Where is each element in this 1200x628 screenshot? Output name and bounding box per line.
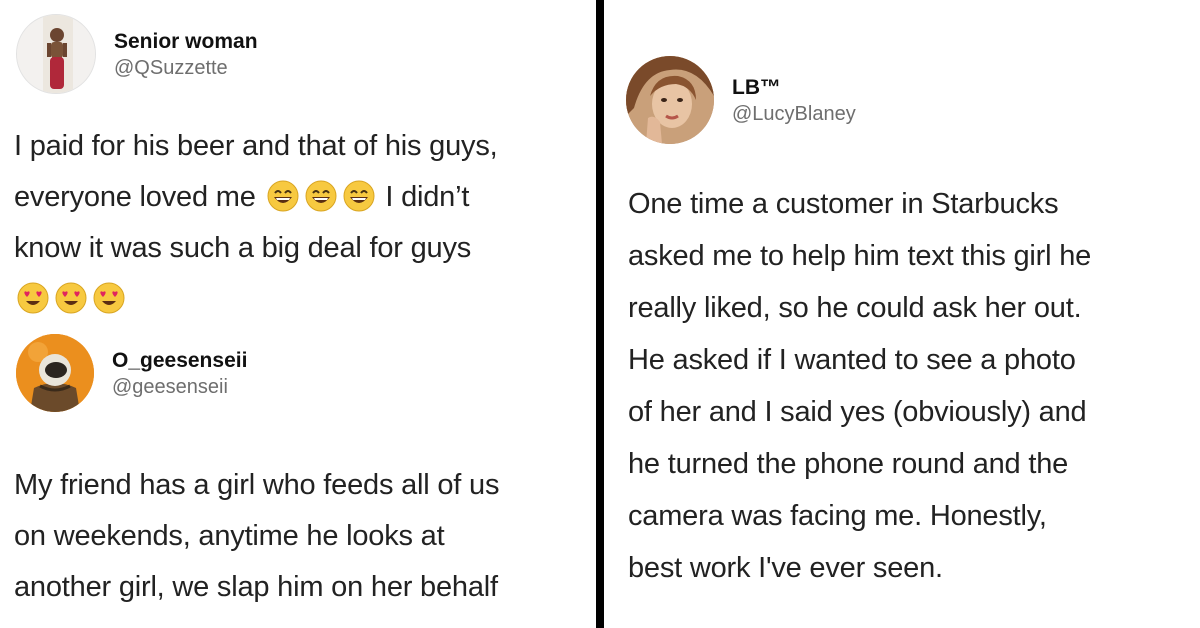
tweet-line: He asked if I wanted to see a photo — [628, 344, 1076, 376]
tweet-line-segment: I didn’t — [385, 181, 470, 213]
right-screenshot-panel: LB™ @LucyBlaney One time a customer in S… — [604, 0, 1200, 628]
profile-photo-icon — [626, 56, 714, 144]
author-names: Senior woman @QSuzzette — [114, 28, 258, 81]
heart-eyes-face-icon — [93, 282, 125, 314]
tweet-line: One time a customer in Starbucks — [628, 188, 1059, 220]
tweet-text: One time a customer in Starbucks asked m… — [628, 178, 1188, 594]
tweet-line: another girl, we slap him on her behalf — [14, 571, 498, 603]
tweet-line: best work I've ever seen. — [628, 552, 943, 584]
tweet-line-with-emojis: everyone loved me I didn’t — [14, 172, 584, 223]
tweet-line: asked me to help him text this girl he — [628, 240, 1092, 272]
heart-eyes-face-icon — [17, 282, 49, 314]
user-handle[interactable]: @geesenseii — [112, 374, 247, 400]
tweet-text: My friend has a girl who feeds all of us… — [14, 460, 584, 613]
display-name[interactable]: O_geesenseii — [112, 347, 247, 374]
tweet-line: camera was facing me. Honestly, — [628, 500, 1047, 532]
tweet-line: My friend has a girl who feeds all of us — [14, 469, 500, 501]
user-handle[interactable]: @LucyBlaney — [732, 101, 856, 127]
avatar-photo-icon — [17, 15, 95, 93]
display-name[interactable]: LB™ — [732, 74, 856, 101]
tweet-line: really liked, so he could ask her out. — [628, 292, 1082, 324]
avatar[interactable] — [16, 14, 96, 94]
tweet-line: of her and I said yes (obviously) and — [628, 396, 1087, 428]
tweet-emoji-line — [14, 274, 584, 325]
panel-divider — [596, 0, 604, 628]
tweet-header: LB™ @LucyBlaney — [626, 56, 856, 144]
tweet-line: I paid for his beer and that of his guys… — [14, 130, 498, 162]
left-screenshot-panel: Senior woman @QSuzzette I paid for his b… — [0, 0, 596, 628]
tweet-line: on weekends, anytime he looks at — [14, 520, 445, 552]
author-names: O_geesenseii @geesenseii — [112, 347, 247, 400]
grinning-face-icon — [343, 180, 374, 212]
grinning-face-icon — [267, 180, 298, 212]
author-names: LB™ @LucyBlaney — [732, 74, 856, 127]
tweet-line-segment: everyone loved me — [14, 181, 256, 213]
grinning-face-icon — [305, 180, 336, 212]
tweet-line: he turned the phone round and the — [628, 448, 1069, 480]
user-handle[interactable]: @QSuzzette — [114, 55, 258, 81]
display-name[interactable]: Senior woman — [114, 28, 258, 55]
heart-eyes-face-icon — [55, 282, 87, 314]
tweet-text: I paid for his beer and that of his guys… — [14, 121, 584, 325]
tweet-header: O_geesenseii @geesenseii — [16, 334, 247, 412]
tweet-line: know it was such a big deal for guys — [14, 232, 472, 264]
avatar[interactable] — [16, 334, 94, 412]
avatar[interactable] — [626, 56, 714, 144]
astronaut-avatar-icon — [16, 334, 94, 412]
tweet-header: Senior woman @QSuzzette — [16, 14, 258, 94]
